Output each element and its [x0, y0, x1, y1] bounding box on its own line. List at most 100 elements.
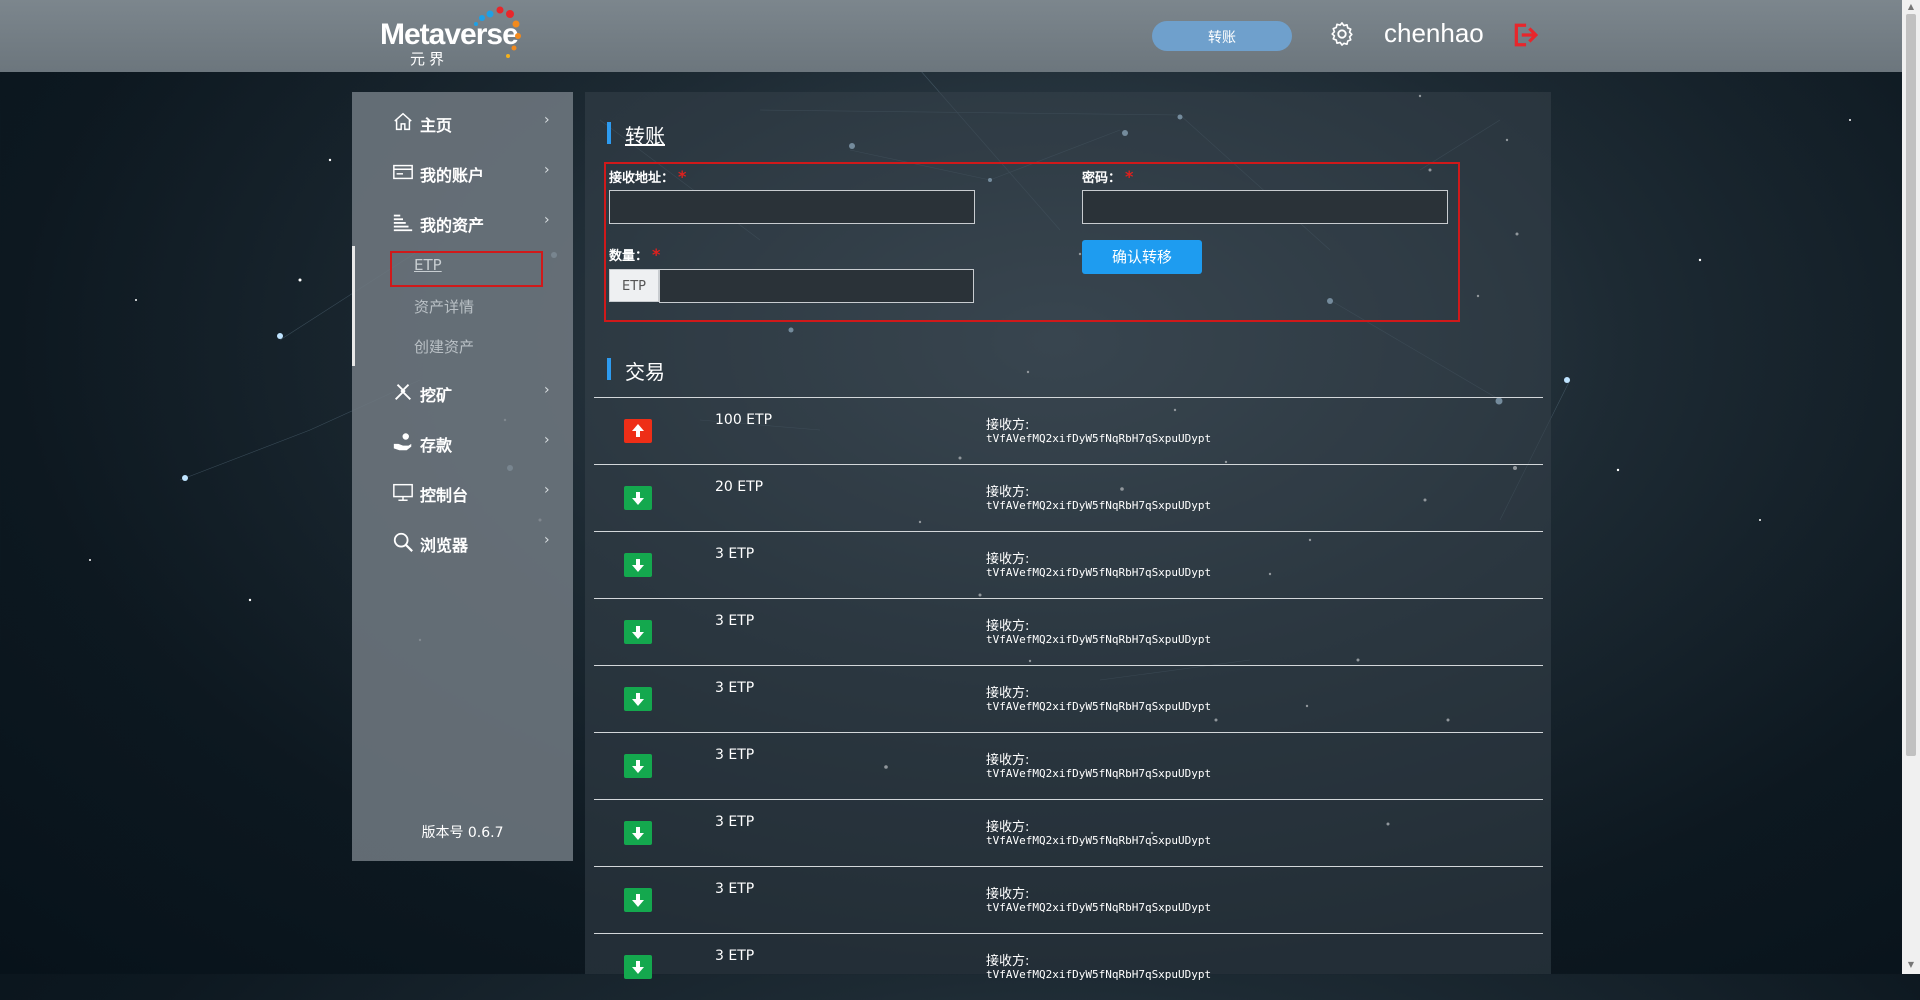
transaction-row[interactable]: 100 ETP 接收方: tVfAVefMQ2xifDyW5fNqRbH7qSxpu…	[594, 397, 1543, 464]
sidebar-item-label: 控制台	[420, 486, 469, 505]
arrow-down-icon	[624, 620, 652, 644]
logout-icon[interactable]	[1512, 22, 1538, 48]
chevron-right-icon: ›	[544, 482, 550, 498]
transfer-button[interactable]: 转账	[1152, 21, 1292, 51]
recipient-address[interactable]: tVfAVefMQ2xifDyW5fNqRbH7qSxpuUDypt	[986, 834, 1211, 847]
password-input[interactable]	[1082, 190, 1448, 224]
transaction-amount: 3 ETP	[715, 881, 755, 897]
sidebar-item-mining[interactable]: 挖矿 ›	[352, 372, 573, 412]
sidebar-item-console[interactable]: 控制台 ›	[352, 472, 573, 512]
sidebar: 主页 › 我的账户 › 我的资产 › ETP 资产详情 创建资产 挖矿 › 存款…	[352, 92, 573, 861]
sidebar-item-label: 挖矿	[420, 386, 453, 405]
sidebar-item-label: 存款	[420, 436, 453, 455]
transaction-amount: 3 ETP	[715, 546, 755, 562]
transaction-row[interactable]: 3 ETP 接收方: tVfAVefMQ2xifDyW5fNqRbH7qSxpuUD…	[594, 799, 1543, 866]
transaction-amount: 3 ETP	[715, 747, 755, 763]
transaction-row[interactable]: 3 ETP 接收方: tVfAVefMQ2xifDyW5fNqRbH7qSxpuUD…	[594, 933, 1543, 1000]
transfer-section-title: 转账	[607, 120, 665, 149]
transaction-amount: 3 ETP	[715, 680, 755, 696]
home-icon	[394, 112, 412, 131]
username[interactable]: chenhao	[1384, 18, 1484, 49]
sidebar-item-my-assets[interactable]: 我的资产 ›	[352, 202, 573, 242]
recipient-label: 接收方:	[986, 820, 1030, 835]
chevron-right-icon: ›	[544, 212, 550, 228]
gear-icon[interactable]	[1328, 20, 1356, 48]
arrow-down-icon	[624, 553, 652, 577]
transaction-row[interactable]: 3 ETP 接收方: tVfAVefMQ2xifDyW5fNqRbH7qSxpuUD…	[594, 732, 1543, 799]
top-bar: Metaverse 元界 转账 chenhao	[0, 0, 1902, 72]
scroll-thumb[interactable]	[1906, 14, 1916, 756]
sidebar-item-label: 浏览器	[420, 536, 469, 555]
metaverse-logo[interactable]: Metaverse 元界	[380, 6, 540, 68]
sidebar-item-my-account[interactable]: 我的账户 ›	[352, 152, 573, 192]
transaction-row[interactable]: 20 ETP 接收方: tVfAVefMQ2xifDyW5fNqRbH7qSxpuU…	[594, 464, 1543, 531]
recipient-address[interactable]: tVfAVefMQ2xifDyW5fNqRbH7qSxpuUDypt	[986, 432, 1211, 445]
recipient-label: 接收方:	[986, 887, 1030, 902]
recipient-label: 接收方:	[986, 686, 1030, 701]
address-label: 接收地址： *	[609, 167, 686, 186]
version-label: 版本号 0.6.7	[421, 825, 504, 841]
active-section-indicator	[352, 246, 355, 366]
chevron-right-icon: ›	[544, 532, 550, 548]
section-accent-bar	[607, 122, 611, 144]
mining-tools-icon	[395, 384, 411, 400]
required-mark: *	[1125, 167, 1134, 186]
required-mark: *	[678, 167, 687, 186]
sidebar-item-label: 我的资产	[420, 216, 485, 235]
sidebar-item-home[interactable]: 主页 ›	[352, 102, 573, 142]
transaction-amount: 3 ETP	[715, 814, 755, 830]
currency-addon: ETP	[609, 269, 659, 302]
recipient-label: 接收方:	[986, 753, 1030, 768]
transaction-amount: 100 ETP	[715, 412, 773, 428]
transaction-row[interactable]: 3 ETP 接收方: tVfAVefMQ2xifDyW5fNqRbH7qSxpuUD…	[594, 866, 1543, 933]
logo-dots-icon	[474, 6, 521, 58]
address-input[interactable]	[609, 190, 975, 224]
recipient-address[interactable]: tVfAVefMQ2xifDyW5fNqRbH7qSxpuUDypt	[986, 901, 1211, 914]
arrow-up-icon	[624, 419, 652, 443]
recipient-label: 接收方:	[986, 552, 1030, 567]
sidebar-subitem-create-asset[interactable]: 创建资产	[414, 336, 474, 357]
transaction-row[interactable]: 3 ETP 接收方: tVfAVefMQ2xifDyW5fNqRbH7qSxpuUD…	[594, 665, 1543, 732]
deposit-hand-icon	[393, 433, 412, 451]
amount-input[interactable]	[659, 269, 974, 303]
transactions-title-text: 交易	[625, 360, 665, 384]
recipient-address[interactable]: tVfAVefMQ2xifDyW5fNqRbH7qSxpuUDypt	[986, 767, 1211, 780]
transaction-row[interactable]: 3 ETP 接收方: tVfAVefMQ2xifDyW5fNqRbH7qSxpuUD…	[594, 531, 1543, 598]
amount-label: 数量： *	[609, 245, 660, 264]
recipient-label: 接收方:	[986, 619, 1030, 634]
transaction-amount: 3 ETP	[715, 948, 755, 964]
transaction-row[interactable]: 3 ETP 接收方: tVfAVefMQ2xifDyW5fNqRbH7qSxpuUD…	[594, 598, 1543, 665]
recipient-address[interactable]: tVfAVefMQ2xifDyW5fNqRbH7qSxpuUDypt	[986, 566, 1211, 579]
sidebar-item-label: 我的账户	[420, 166, 485, 185]
section-accent-bar	[607, 358, 611, 380]
recipient-label: 接收方:	[986, 954, 1030, 969]
sidebar-item-browser[interactable]: 浏览器 ›	[352, 522, 573, 562]
transaction-amount: 3 ETP	[715, 613, 755, 629]
address-label-text: 接收地址：	[609, 171, 675, 186]
password-label-text: 密码：	[1082, 171, 1122, 186]
scroll-down-arrow-icon[interactable]: ▼	[1906, 960, 1916, 970]
chevron-right-icon: ›	[544, 382, 550, 398]
scrollbar[interactable]: ▲ ▼	[1902, 0, 1920, 974]
password-label: 密码： *	[1082, 167, 1133, 186]
transfer-title-text: 转账	[625, 124, 665, 148]
account-card-icon	[393, 164, 413, 180]
confirm-transfer-button[interactable]: 确认转移	[1082, 240, 1202, 274]
scroll-up-arrow-icon[interactable]: ▲	[1906, 2, 1916, 12]
recipient-address[interactable]: tVfAVefMQ2xifDyW5fNqRbH7qSxpuUDypt	[986, 633, 1211, 646]
recipient-address[interactable]: tVfAVefMQ2xifDyW5fNqRbH7qSxpuUDypt	[986, 968, 1211, 981]
recipient-label: 接收方:	[986, 485, 1030, 500]
recipient-address[interactable]: tVfAVefMQ2xifDyW5fNqRbH7qSxpuUDypt	[986, 499, 1211, 512]
arrow-down-icon	[624, 821, 652, 845]
arrow-down-icon	[624, 888, 652, 912]
sidebar-item-deposit[interactable]: 存款 ›	[352, 422, 573, 462]
chevron-right-icon: ›	[544, 112, 550, 128]
transaction-amount: 20 ETP	[715, 479, 764, 495]
arrow-down-icon	[624, 486, 652, 510]
sidebar-subitem-asset-details[interactable]: 资产详情	[414, 296, 474, 317]
required-mark: *	[652, 245, 661, 264]
recipient-address[interactable]: tVfAVefMQ2xifDyW5fNqRbH7qSxpuUDypt	[986, 700, 1211, 713]
arrow-down-icon	[624, 955, 652, 979]
arrow-down-icon	[624, 687, 652, 711]
amount-label-text: 数量：	[609, 249, 649, 264]
